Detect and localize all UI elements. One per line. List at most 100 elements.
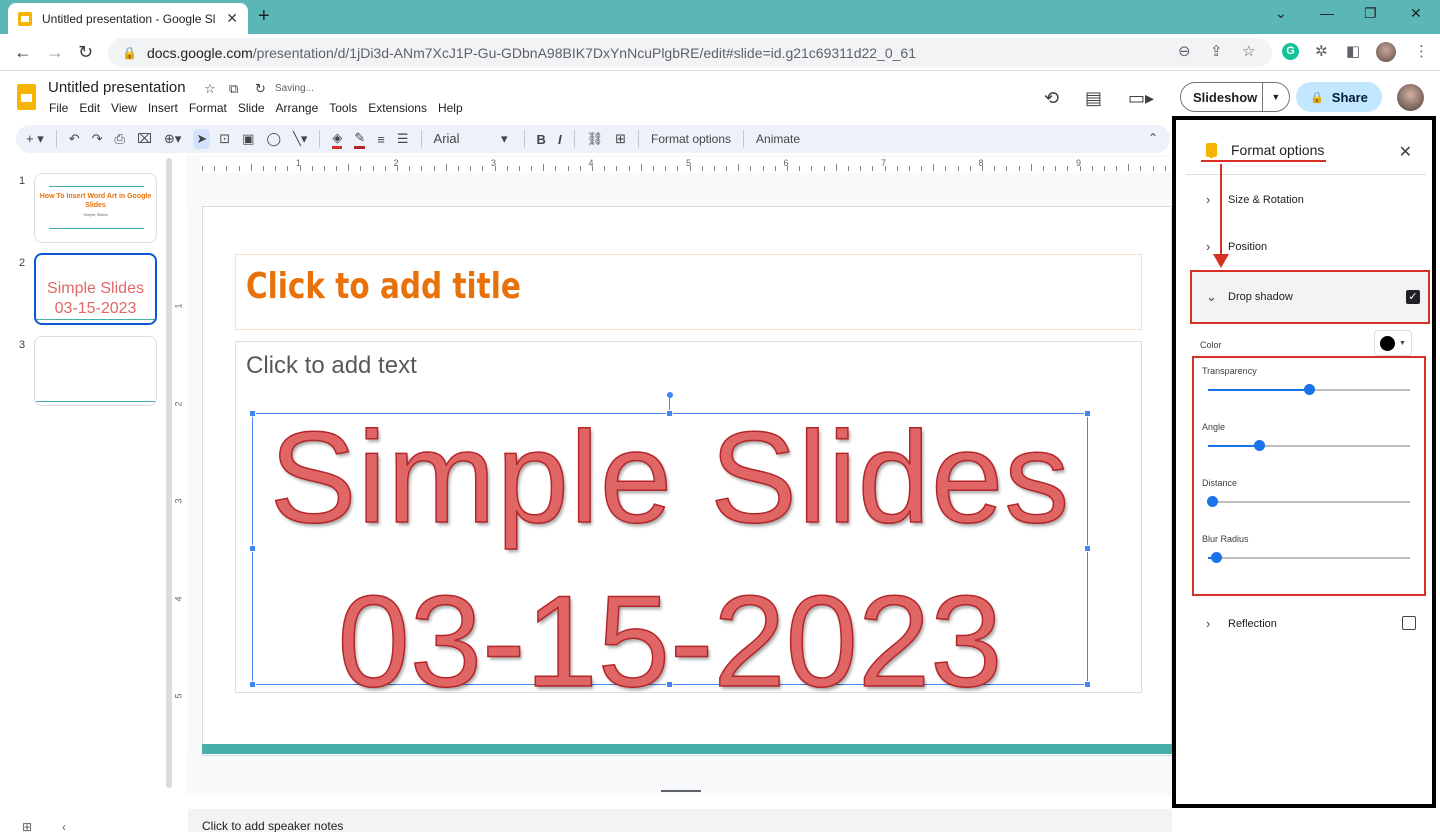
resize-handle-se[interactable]	[1084, 681, 1091, 688]
grid-view-icon[interactable]: ⊞	[22, 820, 32, 832]
collapse-filmstrip-icon[interactable]: ‹	[62, 820, 66, 832]
wordart-selection-box[interactable]: Simple Slides 03-15-2023	[252, 403, 1088, 715]
new-tab-button[interactable]: +	[258, 5, 270, 28]
section-position[interactable]: › Position	[1206, 239, 1267, 254]
drop-shadow-header[interactable]: ⌄ Drop shadow ✓	[1190, 270, 1430, 324]
sidebar-icon[interactable]: ◧	[1346, 42, 1360, 60]
grammarly-icon[interactable]: G	[1282, 43, 1299, 60]
slider-thumb[interactable]	[1211, 552, 1223, 563]
slideshow-button[interactable]: Slideshow ▼	[1180, 82, 1290, 112]
menu-edit[interactable]: Edit	[79, 101, 100, 115]
move-folder-icon[interactable]: ⧉	[229, 81, 238, 97]
fill-color-icon[interactable]: ◈	[332, 130, 343, 149]
animate-button[interactable]: Animate	[756, 132, 800, 146]
menu-tools[interactable]: Tools	[329, 101, 357, 115]
slider-track[interactable]	[1208, 384, 1410, 395]
slider-track[interactable]	[1207, 496, 1410, 507]
filmstrip-scrollbar[interactable]	[166, 158, 172, 788]
shape-icon[interactable]: ◯	[266, 131, 281, 147]
notes-resize-handle[interactable]	[661, 790, 701, 792]
share-button[interactable]: 🔒 Share	[1296, 82, 1382, 112]
slide-thumbnail-1[interactable]: How To Insert Word Art in Google Slides …	[34, 173, 157, 243]
star-icon[interactable]: ☆	[204, 81, 216, 97]
speaker-notes[interactable]: Click to add speaker notes	[188, 809, 1172, 832]
slides-logo-icon[interactable]	[17, 84, 36, 110]
menu-view[interactable]: View	[111, 101, 137, 115]
resize-handle-e[interactable]	[1084, 545, 1091, 552]
new-slide-icon[interactable]: + ▾	[26, 131, 44, 147]
section-reflection[interactable]: › Reflection	[1206, 616, 1277, 631]
reflection-checkbox[interactable]	[1402, 616, 1416, 630]
slideshow-dropdown-icon[interactable]: ▼	[1261, 83, 1289, 111]
border-dash-icon[interactable]: ☰	[397, 131, 409, 147]
image-icon[interactable]: ▣	[242, 131, 254, 147]
section-drop-shadow[interactable]: ⌄ Drop shadow	[1206, 289, 1293, 305]
redo-icon[interactable]: ↷	[92, 131, 103, 147]
resize-handle-s[interactable]	[666, 681, 673, 688]
close-icon[interactable]: ✕	[1399, 142, 1412, 162]
title-placeholder[interactable]: Click to add title	[235, 254, 1142, 330]
bold-button[interactable]: B	[537, 132, 546, 147]
format-options-button[interactable]: Format options	[651, 132, 731, 146]
italic-button[interactable]: I	[558, 132, 562, 147]
resize-handle-nw[interactable]	[249, 410, 256, 417]
menu-help[interactable]: Help	[438, 101, 463, 115]
border-weight-icon[interactable]: ≡	[377, 132, 385, 147]
slider-track[interactable]	[1208, 440, 1410, 451]
slider-track[interactable]	[1208, 552, 1410, 563]
forward-button[interactable]: →	[46, 42, 64, 63]
add-comment-icon[interactable]: ⊞	[615, 131, 626, 147]
select-cursor-icon[interactable]: ➤	[193, 129, 211, 149]
menu-file[interactable]: File	[49, 101, 68, 115]
window-restore-button[interactable]: ❐	[1364, 5, 1377, 22]
menu-kebab-icon[interactable]: ⋮	[1414, 42, 1429, 60]
version-history-icon[interactable]: ⟲	[1044, 88, 1059, 109]
account-avatar[interactable]	[1397, 84, 1424, 111]
shadow-color-picker[interactable]: ▼	[1374, 330, 1412, 356]
menu-arrange[interactable]: Arrange	[276, 101, 319, 115]
bookmark-star-icon[interactable]: ☆	[1242, 42, 1255, 60]
collapse-toolbar-icon[interactable]: ⌃	[1148, 131, 1158, 145]
ruler-tick	[1152, 166, 1154, 171]
resize-handle-sw[interactable]	[249, 681, 256, 688]
slider-thumb[interactable]	[1253, 440, 1265, 451]
slider-thumb[interactable]	[1304, 384, 1315, 395]
comments-icon[interactable]: ▤	[1085, 88, 1102, 109]
slide-thumbnail-2[interactable]: Simple Slides 03-15-2023	[34, 253, 157, 325]
resize-handle-n[interactable]	[666, 410, 673, 417]
insert-link-icon[interactable]: ⛓	[587, 131, 604, 147]
tab-search-icon[interactable]: ⌄	[1275, 5, 1287, 22]
window-close-button[interactable]: ✕	[1410, 5, 1422, 22]
window-minimize-button[interactable]: —	[1320, 5, 1334, 21]
reload-button[interactable]: ↻	[78, 42, 93, 63]
undo-icon[interactable]: ↶	[69, 131, 80, 147]
slide-thumbnail-3[interactable]	[34, 336, 157, 406]
back-button[interactable]: ←	[14, 42, 32, 63]
text-box-icon[interactable]: ⊡	[219, 131, 230, 147]
menu-insert[interactable]: Insert	[148, 101, 178, 115]
rotation-handle[interactable]	[667, 392, 673, 398]
zoom-menu-icon[interactable]: ⊕▾	[164, 131, 181, 147]
line-icon[interactable]: ╲▾	[293, 131, 307, 147]
browser-profile-avatar[interactable]	[1376, 42, 1396, 62]
font-select[interactable]: Arial ▾	[434, 131, 508, 147]
print-icon[interactable]: ⎙	[115, 131, 125, 147]
resize-handle-w[interactable]	[249, 545, 256, 552]
document-title[interactable]: Untitled presentation	[48, 79, 186, 96]
resize-handle-ne[interactable]	[1084, 410, 1091, 417]
browser-tab[interactable]: Untitled presentation - Google Sl ✕	[8, 3, 248, 34]
menu-extensions[interactable]: Extensions	[368, 101, 427, 115]
menu-format[interactable]: Format	[189, 101, 227, 115]
url-bar[interactable]: 🔒 docs.google.com/presentation/d/1jDi3d-…	[108, 38, 1272, 67]
ruler-tick	[665, 166, 667, 171]
zoom-icon[interactable]: ⊖	[1178, 42, 1191, 60]
tab-close-icon[interactable]: ✕	[226, 10, 238, 27]
paint-format-icon[interactable]: ⌧	[137, 131, 152, 147]
extensions-icon[interactable]: ✲	[1315, 42, 1328, 60]
slider-thumb[interactable]	[1207, 496, 1219, 507]
share-page-icon[interactable]: ⇪	[1210, 42, 1223, 60]
border-color-icon[interactable]: ✎	[354, 130, 366, 149]
menu-slide[interactable]: Slide	[238, 101, 265, 115]
drop-shadow-checkbox[interactable]: ✓	[1406, 290, 1420, 304]
meet-video-icon[interactable]: ▭▸	[1128, 88, 1154, 109]
